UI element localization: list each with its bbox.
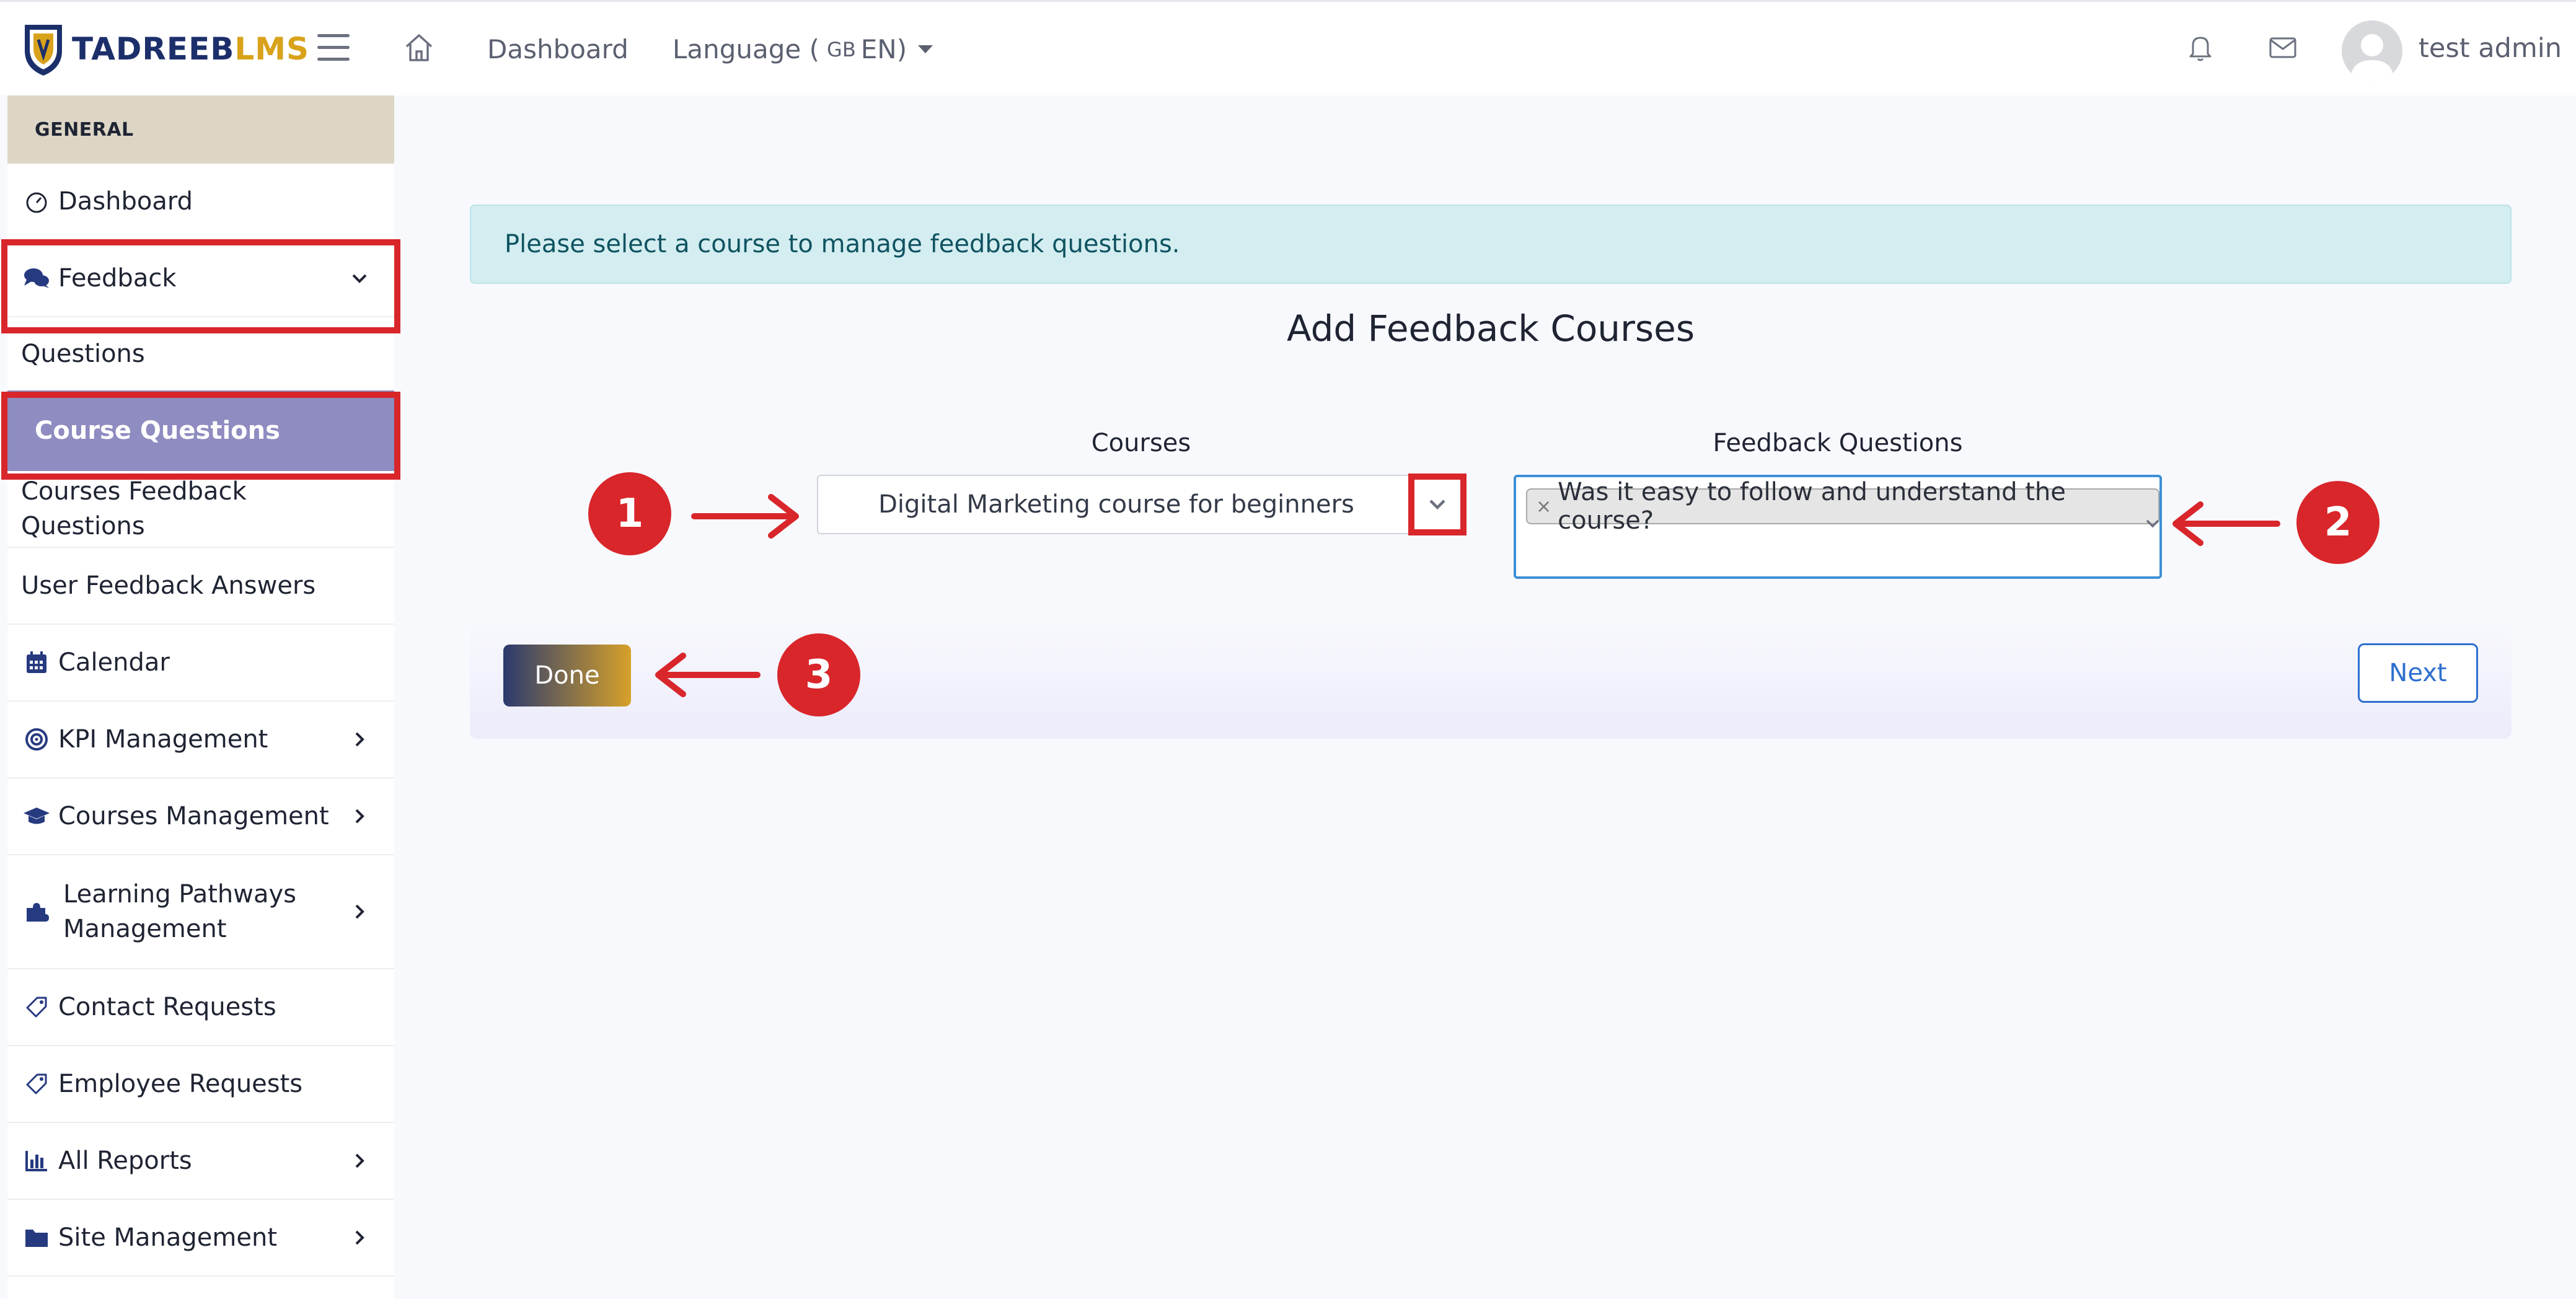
remove-tag-icon[interactable]: × (1536, 496, 1551, 517)
logo-text: TADREEBLMS (72, 31, 309, 67)
chevron-right-icon (355, 732, 364, 747)
sidebar-item-all-reports[interactable]: All Reports (7, 1123, 394, 1200)
sidebar-item-label: KPI Management (58, 725, 268, 754)
arrow-left-icon (655, 653, 761, 697)
sidebar-item-course-questions[interactable]: Course Questions (7, 390, 394, 471)
feedback-questions-select[interactable]: × Was it easy to follow and understand t… (1514, 475, 2162, 579)
courses-selected-value: Digital Marketing course for beginners (878, 490, 1354, 519)
graduation-cap-icon (22, 802, 51, 830)
sidebar-item-label: Dashboard (58, 187, 193, 216)
sidebar-item-courses-management[interactable]: Courses Management (7, 778, 394, 855)
chevron-down-icon (352, 274, 367, 283)
sidebar-item-user-feedback-answers[interactable]: User Feedback Answers (7, 548, 394, 625)
chevron-right-icon (355, 904, 364, 919)
courses-label: Courses (1091, 429, 1191, 457)
info-alert: Please select a course to manage feedbac… (470, 205, 2512, 284)
sidebar-item-calendar[interactable]: Calendar (7, 625, 394, 702)
chevron-down-icon (1429, 500, 1445, 510)
sidebar-item-label: Learning Pathways Management (63, 880, 296, 943)
chevron-right-icon (355, 1230, 364, 1245)
done-button[interactable]: Done (503, 645, 631, 707)
next-button[interactable]: Next (2358, 643, 2478, 703)
sidebar-item-label: Employee Requests (58, 1070, 303, 1098)
logo-shield-icon (25, 25, 62, 76)
sidebar-item-label: All Reports (58, 1147, 192, 1175)
sidebar-item-label: Calendar (58, 648, 170, 677)
target-icon (22, 725, 51, 754)
language-code: EN) (860, 34, 907, 64)
folder-icon (22, 1223, 51, 1252)
sidebar-item-label: Site Management (58, 1223, 278, 1252)
puzzle-icon (22, 897, 51, 926)
language-dropdown[interactable]: Language ( GB EN) (673, 34, 933, 64)
sidebar-item-label: Courses Feedback Questions (21, 477, 247, 540)
hamburger-menu-icon[interactable] (317, 34, 350, 63)
form-action-bar (470, 619, 2512, 739)
chevron-right-icon (355, 809, 364, 824)
sidebar-item-label: User Feedback Answers (21, 571, 316, 600)
selected-question-text: Was it easy to follow and understand the… (1558, 478, 2066, 535)
user-name[interactable]: test admin (2419, 33, 2562, 64)
mail-icon[interactable] (2269, 37, 2297, 59)
calendar-icon (22, 648, 51, 677)
sidebar-item-label: Courses Management (58, 802, 329, 830)
sidebar-item-label: Questions (21, 340, 145, 368)
user-silhouette-icon (2350, 34, 2394, 81)
tag-icon (22, 993, 51, 1021)
tag-icon (22, 1070, 51, 1098)
top-navbar: TADREEBLMS Dashboard Language ( GB EN) te… (0, 0, 2576, 95)
sidebar-item-dashboard[interactable]: Dashboard (7, 164, 394, 240)
chevron-down-icon[interactable] (2143, 514, 2162, 533)
sidebar-item-employee-requests[interactable]: Employee Requests (7, 1046, 394, 1123)
gb-flag-icon: GB (827, 37, 856, 61)
gauge-icon (22, 187, 51, 216)
sidebar-section-general: GENERAL (7, 95, 394, 164)
logo[interactable]: TADREEBLMS (22, 20, 309, 77)
logo-text-part1: TADREEB (72, 31, 235, 67)
sidebar-item-learning-pathways[interactable]: Learning Pathways Management (7, 855, 394, 969)
language-label: Language ( (673, 34, 820, 64)
step-marker-2: 2 (2296, 481, 2380, 564)
sidebar-item-contact-requests[interactable]: Contact Requests (7, 969, 394, 1046)
bell-icon[interactable] (2187, 33, 2214, 63)
sidebar-item-kpi-management[interactable]: KPI Management (7, 702, 394, 778)
step-marker-3: 3 (777, 633, 860, 716)
comments-icon (22, 264, 51, 293)
logo-text-part2: LMS (234, 31, 309, 67)
courses-select[interactable]: Digital Marketing course for beginners (817, 475, 1465, 534)
step-marker-1: 1 (588, 472, 671, 555)
sidebar: GENERAL Dashboard Feedback Questions Cou… (7, 95, 394, 1299)
sidebar-item-label: Contact Requests (58, 993, 276, 1021)
sidebar-item-courses-feedback-questions[interactable]: Courses Feedback Questions (7, 471, 394, 548)
sidebar-item-site-management[interactable]: Site Management (7, 1200, 394, 1277)
sidebar-item-feedback[interactable]: Feedback (7, 240, 394, 317)
home-icon[interactable] (403, 32, 435, 64)
avatar[interactable] (2342, 20, 2402, 81)
sidebar-item-label: Feedback (58, 264, 177, 293)
chevron-right-icon (355, 1153, 364, 1168)
sidebar-item-questions[interactable]: Questions (7, 317, 394, 390)
bar-chart-icon (22, 1147, 51, 1175)
caret-down-icon (918, 45, 933, 53)
nav-dashboard-link[interactable]: Dashboard (487, 34, 629, 64)
arrow-right-icon (691, 494, 799, 539)
arrow-left-icon (2172, 501, 2280, 546)
selected-question-tag: × Was it easy to follow and understand t… (1526, 478, 2159, 535)
courses-dropdown-toggle[interactable] (1408, 473, 1467, 535)
page-title: Add Feedback Courses (1286, 307, 1695, 350)
feedback-questions-label: Feedback Questions (1713, 429, 1963, 457)
